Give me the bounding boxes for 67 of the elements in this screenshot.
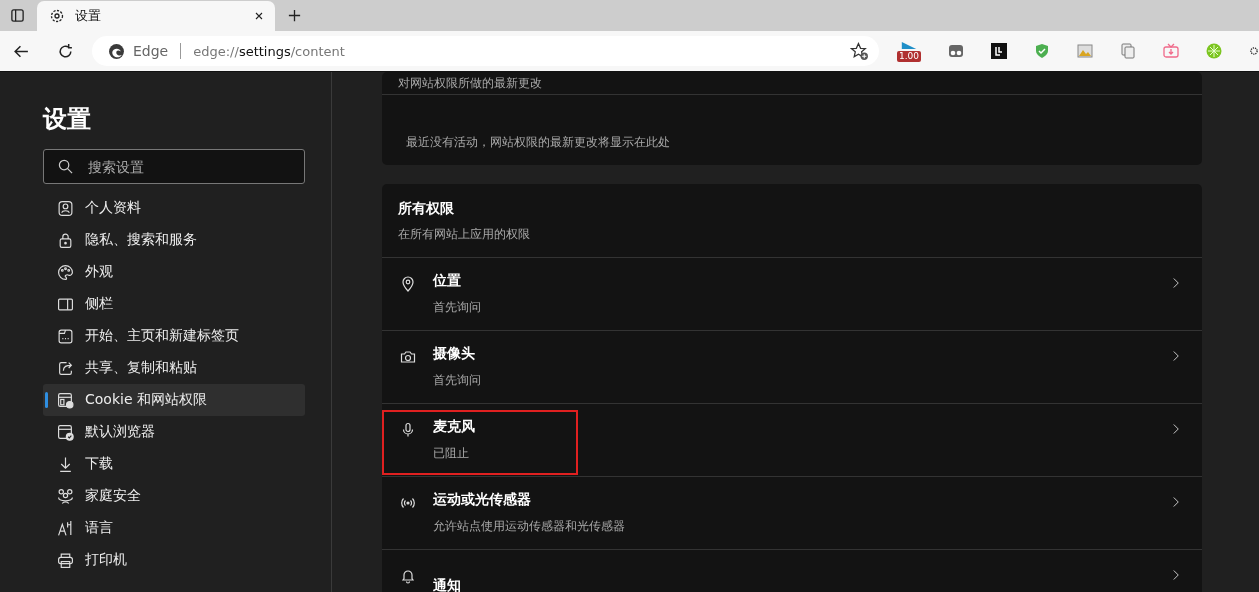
tab-title: 设置 bbox=[75, 7, 102, 25]
extension-badge: 1.00 bbox=[896, 51, 921, 62]
printer-icon bbox=[57, 551, 74, 569]
permission-row[interactable]: 位置 首先询问 bbox=[382, 258, 1202, 331]
location-icon bbox=[400, 276, 416, 292]
permission-row[interactable]: 通知 bbox=[382, 550, 1202, 592]
sidebar-item[interactable]: 默认浏览器 bbox=[43, 416, 305, 448]
permission-status: 首先询问 bbox=[433, 372, 482, 389]
cookie-icon bbox=[57, 391, 74, 409]
sidebar-item[interactable]: 隐私、搜索和服务 bbox=[43, 224, 305, 256]
permission-title: 摄像头 bbox=[433, 345, 476, 363]
sidebar-item[interactable]: 下载 bbox=[43, 448, 305, 480]
tv-download-icon[interactable] bbox=[1163, 43, 1179, 59]
address-bar[interactable]: Edge edge://settings/content bbox=[92, 36, 879, 66]
browser-tab[interactable]: 设置 bbox=[37, 1, 275, 31]
url-text: edge://settings/content bbox=[193, 43, 346, 59]
card-subtitle: 对网站权限所做的最新更改 bbox=[398, 77, 542, 89]
sidebar-item[interactable]: 共享、复制和粘贴 bbox=[43, 352, 305, 384]
permission-row[interactable]: 摄像头 首先询问 bbox=[382, 331, 1202, 404]
permission-title: 通知 bbox=[433, 577, 462, 592]
permission-title: 位置 bbox=[433, 272, 462, 290]
shield-check-icon[interactable] bbox=[1034, 43, 1050, 59]
card-title: 所有权限 bbox=[398, 200, 455, 218]
browser-logo-icon bbox=[108, 42, 125, 60]
tab-actions-icon[interactable] bbox=[10, 8, 25, 23]
microphone-icon bbox=[400, 422, 416, 438]
sidebar-item[interactable]: 个人资料 bbox=[43, 192, 305, 224]
copy-icon[interactable] bbox=[1120, 43, 1136, 59]
language-icon bbox=[57, 519, 74, 537]
lock-icon bbox=[57, 231, 74, 249]
refresh-icon[interactable] bbox=[57, 42, 74, 60]
extension-icon[interactable] bbox=[948, 43, 964, 59]
browser-icon bbox=[57, 423, 74, 441]
flag-extension-icon[interactable] bbox=[899, 40, 918, 51]
card-subtitle: 在所有网站上应用的权限 bbox=[398, 226, 531, 243]
search-field[interactable]: 搜索设置 bbox=[43, 149, 305, 184]
home-icon bbox=[57, 327, 74, 345]
sidebar-item[interactable]: 侧栏 bbox=[43, 288, 305, 320]
star-add-icon[interactable] bbox=[849, 41, 869, 61]
site-label: Edge bbox=[133, 43, 169, 59]
sidebar-item[interactable]: 语言 bbox=[43, 512, 305, 544]
permission-status: 首先询问 bbox=[433, 299, 482, 316]
download-icon bbox=[57, 455, 74, 473]
permission-status: 允许站点使用运动传感器和光传感器 bbox=[433, 518, 626, 535]
search-icon bbox=[58, 159, 73, 174]
sidebar-title: 设置 bbox=[43, 104, 92, 135]
permission-status: 已阻止 bbox=[433, 445, 470, 462]
close-icon[interactable] bbox=[253, 10, 265, 22]
sidebar-item[interactable]: 外观 bbox=[43, 256, 305, 288]
profile-icon bbox=[57, 199, 74, 217]
empty-message: 最近没有活动，网站权限的最新更改将显示在此处 bbox=[406, 134, 670, 151]
permission-title: 麦克风 bbox=[433, 418, 476, 436]
sidebar-item[interactable]: 家庭安全 bbox=[43, 480, 305, 512]
family-icon bbox=[57, 487, 74, 505]
camera-icon bbox=[400, 349, 416, 365]
new-tab-icon[interactable] bbox=[287, 8, 302, 23]
permission-row[interactable]: 运动或光传感器 允许站点使用运动传感器和光传感器 bbox=[382, 477, 1202, 550]
extension-icon[interactable] bbox=[991, 43, 1007, 59]
sidebar-item[interactable]: 开始、主页和新建标签页 bbox=[43, 320, 305, 352]
gear-icon bbox=[49, 8, 65, 24]
permission-title: 运动或光传感器 bbox=[433, 491, 532, 509]
permission-row[interactable]: 麦克风 已阻止 bbox=[382, 404, 1202, 477]
bell-icon bbox=[400, 568, 416, 584]
palette-icon bbox=[57, 263, 74, 281]
share-icon bbox=[57, 359, 74, 377]
sidebar-item[interactable]: 打印机 bbox=[43, 544, 305, 576]
sidebar-item[interactable]: Cookie 和网站权限 bbox=[43, 384, 305, 416]
